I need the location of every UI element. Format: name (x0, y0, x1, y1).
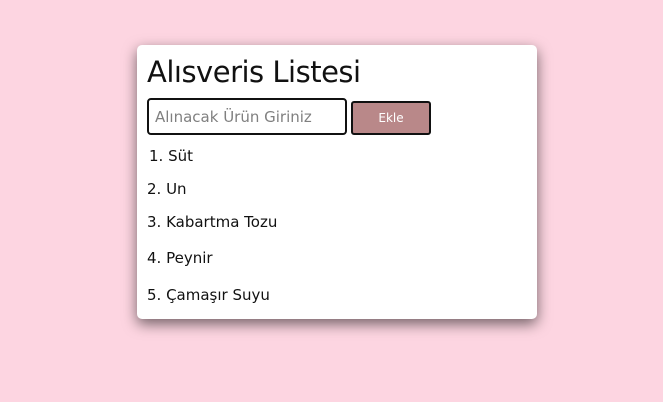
list-item: 4. Peynir (147, 249, 213, 267)
list-item: 3. Kabartma Tozu (147, 213, 278, 231)
shopping-list-card: Alısveris Listesi Ekle 1. Süt 2. Un 3. K… (137, 45, 537, 319)
list-item: 2. Un (147, 180, 187, 198)
list-item: 1. Süt (149, 147, 193, 165)
item-input[interactable] (147, 98, 347, 135)
list-item: 5. Çamaşır Suyu (147, 286, 270, 304)
page-title: Alısveris Listesi (147, 55, 361, 89)
add-button[interactable]: Ekle (351, 101, 431, 135)
